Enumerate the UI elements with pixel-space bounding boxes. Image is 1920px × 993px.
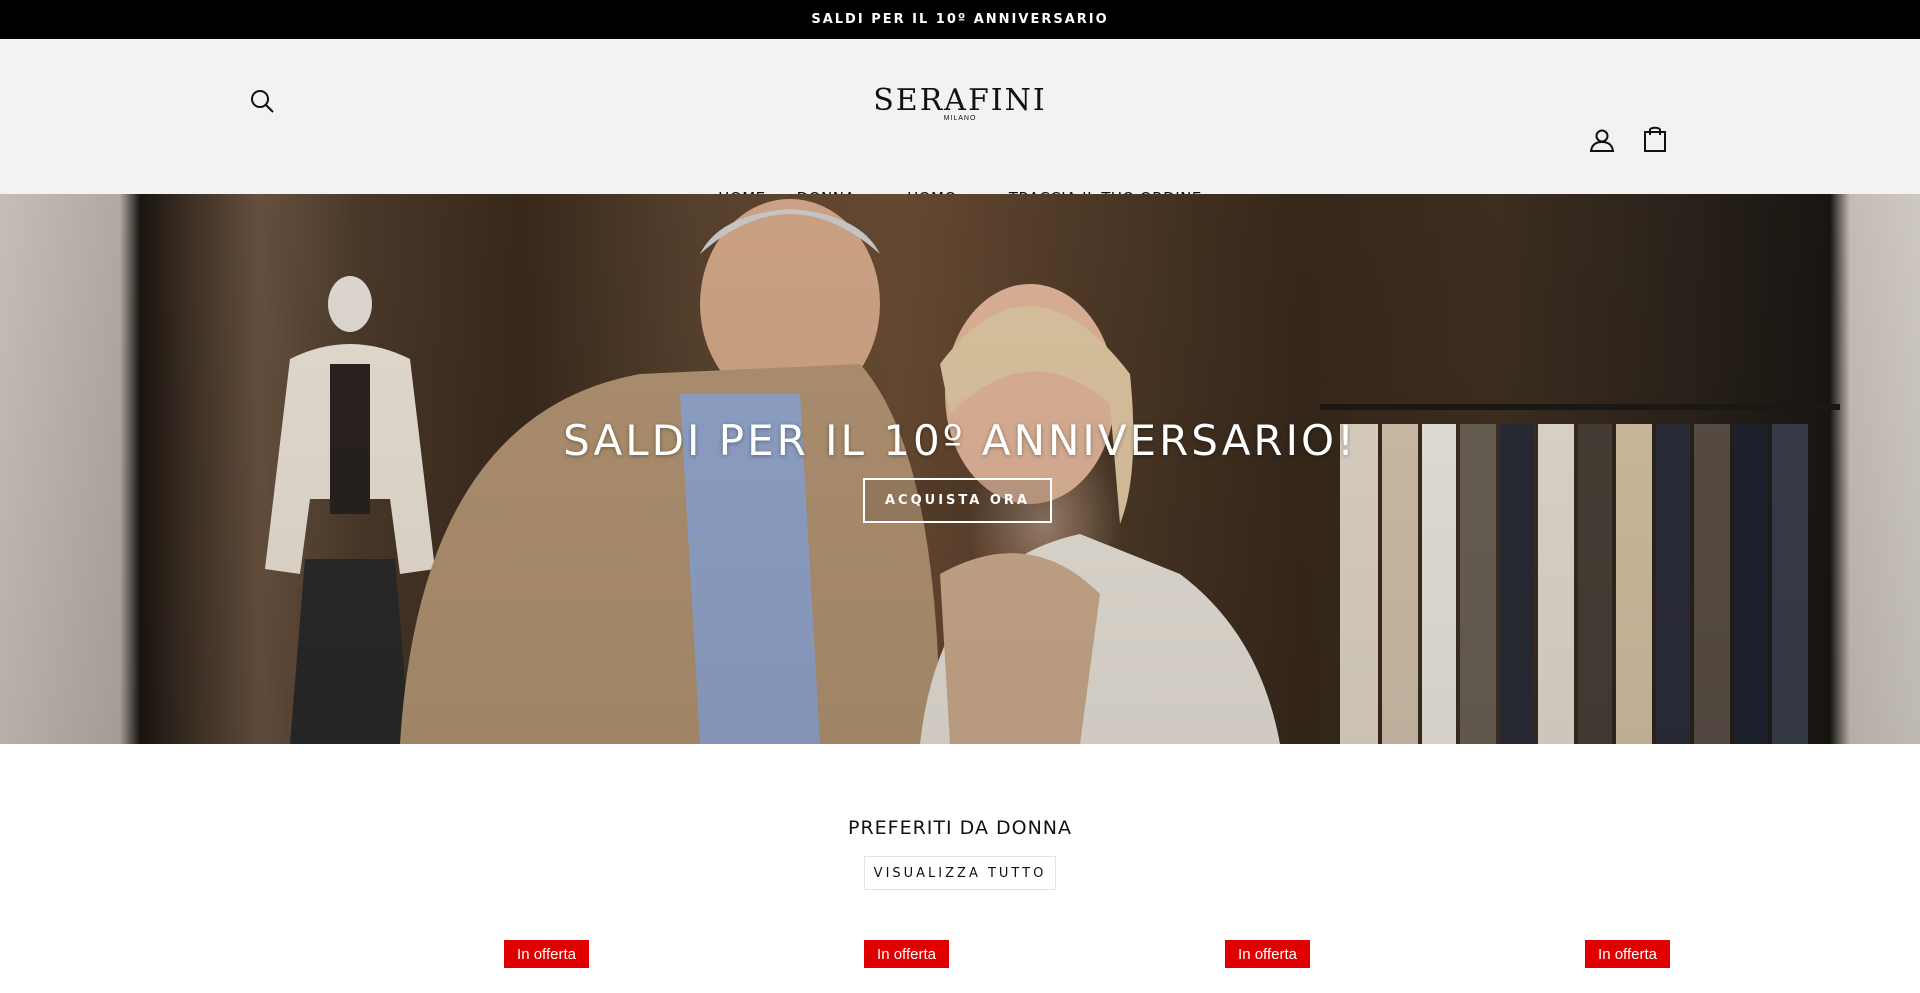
sale-badge: In offerta [1585, 940, 1670, 968]
hero-title: SALDI PER IL 10º ANNIVERSARIO! [563, 416, 1357, 465]
logo-name: SERAFINI [873, 83, 1047, 118]
user-icon [1589, 129, 1615, 152]
announcement-bar: SALDI PER IL 10º ANNIVERSARIO [0, 0, 1920, 39]
announcement-text: SALDI PER IL 10º ANNIVERSARIO [811, 12, 1109, 27]
bag-icon [1644, 126, 1666, 152]
account-button[interactable] [1589, 127, 1617, 155]
shop-now-button[interactable]: ACQUISTA ORA [863, 478, 1052, 523]
featured-section-title: PREFERITI DA DONNA [848, 817, 1072, 839]
hero-overlay [0, 194, 1920, 744]
sale-badge: In offerta [1225, 940, 1310, 968]
sale-badge: In offerta [864, 940, 949, 968]
sale-badge: In offerta [504, 940, 589, 968]
logo-subtitle: MILANO [943, 115, 977, 122]
site-header: SERAFINI MILANO HOME DONNA UOMO TRACCIA … [0, 39, 1920, 207]
hero-banner: SALDI PER IL 10º ANNIVERSARIO! ACQUISTA … [0, 194, 1920, 744]
cart-button[interactable] [1642, 125, 1670, 153]
site-logo[interactable]: SERAFINI MILANO [0, 83, 1920, 123]
view-all-button[interactable]: VISUALIZZA TUTTO [864, 856, 1056, 890]
